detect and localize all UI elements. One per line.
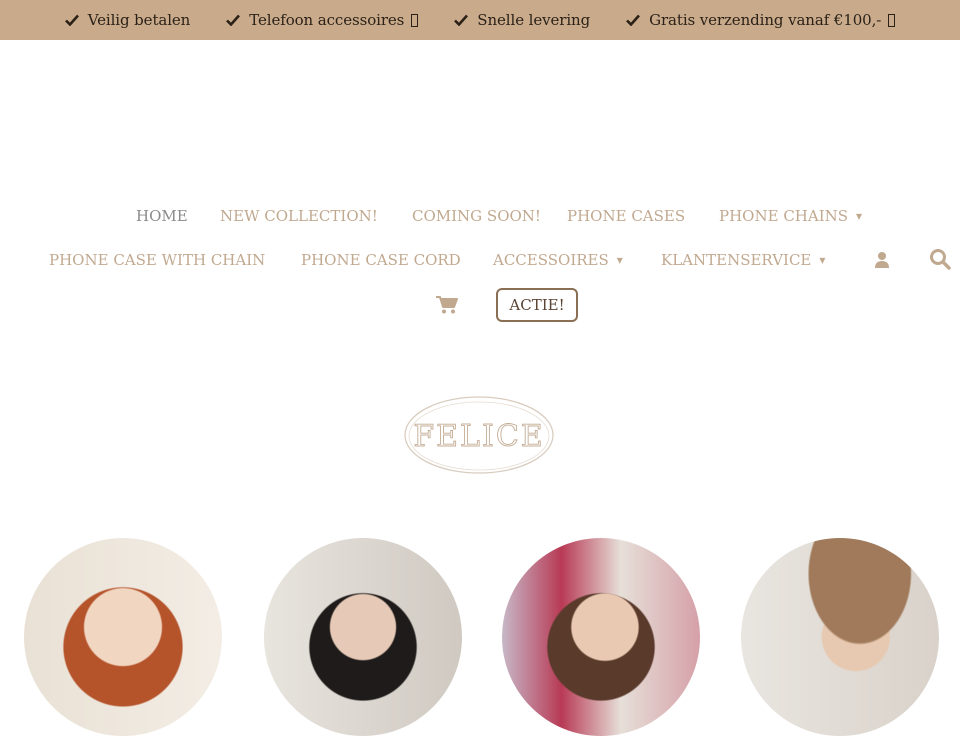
nav-phone-cases-label: PHONE CASES xyxy=(567,207,686,225)
usp-label: Veilig betalen xyxy=(87,11,191,29)
usp-item: Telefoon accessoires xyxy=(226,11,419,29)
nav-home[interactable]: HOME xyxy=(136,206,188,226)
usp-label: Gratis verzending vanaf €100,- xyxy=(649,11,882,29)
nav-phone-chains[interactable]: PHONE CHAINS ▾ xyxy=(719,206,862,227)
actie-button[interactable]: ACTIE! xyxy=(496,288,578,322)
nav-coming-soon[interactable]: COMING SOON! xyxy=(412,206,541,226)
usp-item: Veilig betalen xyxy=(64,11,191,29)
nav-accessoires-label: ACCESSOIRES xyxy=(493,251,609,269)
usp-label: Snelle levering xyxy=(477,11,591,29)
cart-button[interactable] xyxy=(436,295,458,315)
category-image-4[interactable] xyxy=(741,538,939,736)
user-icon xyxy=(875,252,889,268)
chevron-down-icon: ▾ xyxy=(819,253,826,267)
nav-phone-case-with-chain[interactable]: PHONE CASE WITH CHAIN xyxy=(49,250,265,270)
nav-home-label: HOME xyxy=(136,207,188,225)
nav-phone-cases[interactable]: PHONE CASES xyxy=(567,206,685,226)
search-button[interactable] xyxy=(929,248,951,270)
check-icon xyxy=(454,14,469,26)
nav-coming-soon-label: COMING SOON! xyxy=(412,207,541,225)
category-image-2[interactable] xyxy=(264,538,462,736)
usp-item: Snelle levering xyxy=(454,11,590,29)
missing-glyph-icon xyxy=(411,13,419,27)
logo-text: FELICE xyxy=(413,419,544,454)
nav-phone-chains-label: PHONE CHAINS xyxy=(719,207,849,225)
check-icon xyxy=(64,14,79,26)
search-icon xyxy=(930,249,951,270)
usp-item: Gratis verzending vanaf €100,- xyxy=(626,11,896,29)
chevron-down-icon: ▾ xyxy=(616,253,623,267)
category-image-3[interactable] xyxy=(502,538,700,736)
nav-new-collection-label: NEW COLLECTION! xyxy=(220,207,378,225)
missing-glyph-icon xyxy=(888,13,896,27)
nav-phone-case-cord[interactable]: PHONE CASE CORD xyxy=(301,250,461,270)
announcement-bar: Veilig betalen Telefoon accessoires Snel… xyxy=(0,0,960,40)
usp-label: Telefoon accessoires xyxy=(249,11,405,29)
nav-klantenservice-label: KLANTENSERVICE xyxy=(661,251,812,269)
category-image-1[interactable] xyxy=(24,538,222,736)
logo-mark: FELICE xyxy=(404,396,554,474)
nav-phone-case-with-chain-label: PHONE CASE WITH CHAIN xyxy=(49,251,266,269)
nav-phone-case-cord-label: PHONE CASE CORD xyxy=(301,251,461,269)
nav-klantenservice[interactable]: KLANTENSERVICE ▾ xyxy=(661,250,825,271)
check-icon xyxy=(226,14,241,26)
nav-new-collection[interactable]: NEW COLLECTION! xyxy=(220,206,378,226)
cart-icon xyxy=(436,296,458,314)
nav-accessoires[interactable]: ACCESSOIRES ▾ xyxy=(493,250,623,271)
account-button[interactable] xyxy=(874,251,890,269)
chevron-down-icon: ▾ xyxy=(856,209,863,223)
check-icon xyxy=(626,14,641,26)
felice-logo[interactable]: FELICE xyxy=(403,393,555,479)
